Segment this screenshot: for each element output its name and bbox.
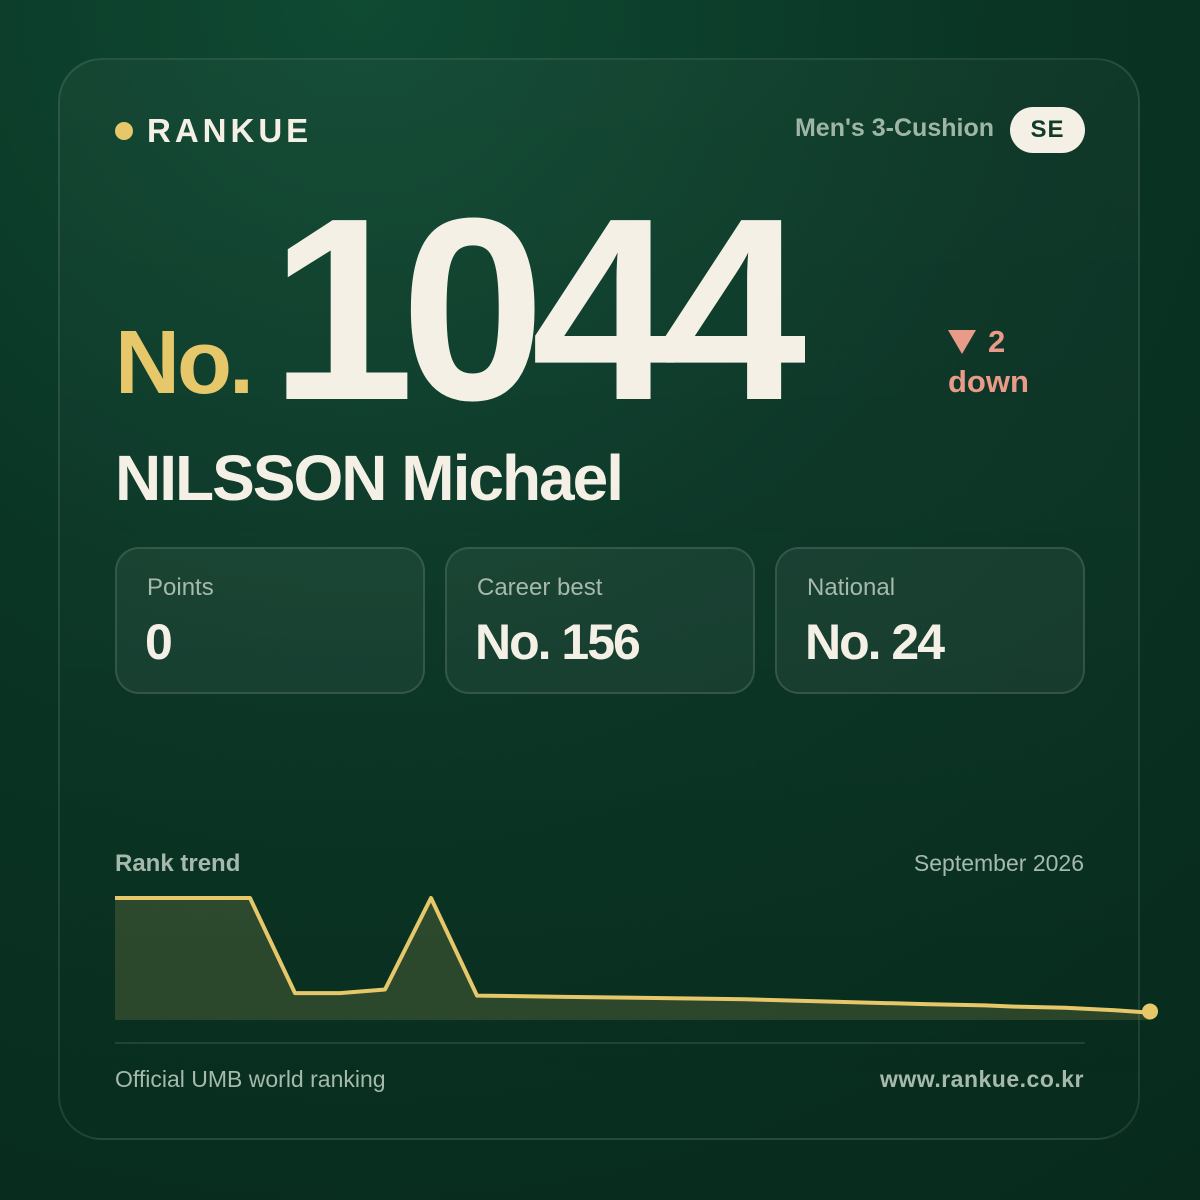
trend-area: [115, 898, 1150, 1020]
footer-source: Official UMB world ranking: [115, 1066, 386, 1092]
stat-card-career-best: Career best No. 156: [445, 547, 755, 694]
rank-change: 2 down: [948, 322, 1029, 402]
rank-trend-chart: [115, 896, 1158, 1020]
stat-value: No. 156: [475, 614, 641, 670]
footer-url[interactable]: www.rankue.co.kr: [880, 1066, 1084, 1093]
player-name: NILSSON Michael: [115, 442, 624, 514]
down-arrow-icon: [948, 330, 976, 354]
category-label: Men's 3-Cushion: [794, 114, 994, 142]
rank-change-direction: down: [948, 364, 1029, 399]
stat-value: No. 24: [805, 614, 945, 670]
trend-title: Rank trend: [115, 850, 241, 877]
stat-card-points: Points 0: [115, 547, 425, 694]
brand-dot-icon: [115, 122, 133, 140]
stat-value: 0: [145, 614, 173, 670]
country-badge: SE: [1010, 107, 1085, 153]
stat-card-national: National No. 24: [775, 547, 1085, 694]
footer-divider: [115, 1042, 1085, 1044]
rank-change-amount: 2: [988, 324, 1006, 359]
brand-name: RANKUE: [147, 112, 313, 149]
stat-label: Points: [147, 574, 214, 601]
brand: RANKUE: [115, 112, 312, 150]
stat-label: Career best: [477, 574, 603, 601]
trend-last-point: [1142, 1003, 1158, 1020]
trend-date: September 2026: [913, 850, 1084, 876]
stat-label: National: [807, 574, 896, 601]
rank-number: 1044: [270, 165, 806, 455]
rank-prefix: No.: [115, 313, 254, 413]
